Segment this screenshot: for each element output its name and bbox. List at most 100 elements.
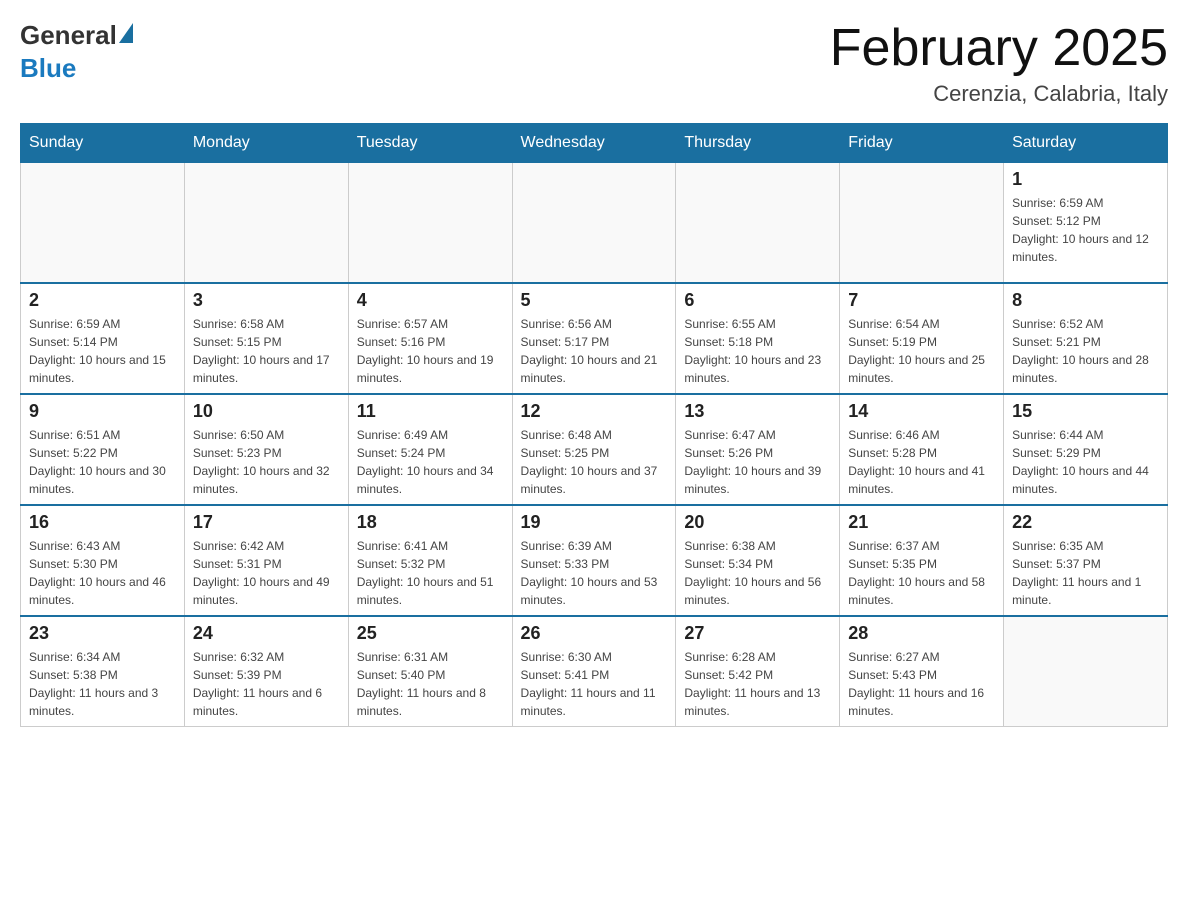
day-number: 9 [29,401,176,422]
day-number: 21 [848,512,995,533]
logo-area: General Blue [20,20,135,84]
day-number: 4 [357,290,504,311]
day-info: Sunrise: 6:50 AMSunset: 5:23 PMDaylight:… [193,426,340,498]
day-number: 1 [1012,169,1159,190]
calendar-week-row: 16 Sunrise: 6:43 AMSunset: 5:30 PMDayligh… [21,505,1168,616]
day-info: Sunrise: 6:31 AMSunset: 5:40 PMDaylight:… [357,648,504,720]
day-info: Sunrise: 6:30 AMSunset: 5:41 PMDaylight:… [521,648,668,720]
logo-blue-text: Blue [20,53,76,84]
calendar-cell: 23 Sunrise: 6:34 AMSunset: 5:38 PMDayligh… [21,616,185,727]
weekday-header-saturday: Saturday [1004,124,1168,163]
calendar-cell: 8 Sunrise: 6:52 AMSunset: 5:21 PMDaylight… [1004,283,1168,394]
weekday-header-wednesday: Wednesday [512,124,676,163]
logo-general-text: General [20,20,117,51]
day-number: 25 [357,623,504,644]
day-number: 12 [521,401,668,422]
day-number: 13 [684,401,831,422]
day-number: 26 [521,623,668,644]
calendar-cell: 25 Sunrise: 6:31 AMSunset: 5:40 PMDayligh… [348,616,512,727]
calendar-cell: 9 Sunrise: 6:51 AMSunset: 5:22 PMDaylight… [21,394,185,505]
day-info: Sunrise: 6:35 AMSunset: 5:37 PMDaylight:… [1012,537,1159,609]
calendar-cell: 14Sunrise: 6:46 AMSunset: 5:28 PMDayligh… [840,394,1004,505]
day-number: 3 [193,290,340,311]
title-area: February 2025 Cerenzia, Calabria, Italy [830,20,1168,107]
day-info: Sunrise: 6:59 AMSunset: 5:14 PMDaylight:… [29,315,176,387]
day-info: Sunrise: 6:34 AMSunset: 5:38 PMDaylight:… [29,648,176,720]
calendar-cell: 4 Sunrise: 6:57 AMSunset: 5:16 PMDaylight… [348,283,512,394]
day-info: Sunrise: 6:42 AMSunset: 5:31 PMDaylight:… [193,537,340,609]
day-number: 11 [357,401,504,422]
day-info: Sunrise: 6:59 AMSunset: 5:12 PMDaylight:… [1012,194,1159,266]
month-title: February 2025 [830,20,1168,77]
day-info: Sunrise: 6:41 AMSunset: 5:32 PMDaylight:… [357,537,504,609]
calendar-table: SundayMondayTuesdayWednesdayThursdayFrid… [20,123,1168,727]
day-number: 5 [521,290,668,311]
calendar-cell: 1 Sunrise: 6:59 AMSunset: 5:12 PMDaylight… [1004,163,1168,283]
calendar-cell: 24Sunrise: 6:32 AMSunset: 5:39 PMDayligh… [184,616,348,727]
weekday-header-monday: Monday [184,124,348,163]
day-info: Sunrise: 6:55 AMSunset: 5:18 PMDaylight:… [684,315,831,387]
logo: General [20,20,135,51]
calendar-week-row: 2 Sunrise: 6:59 AMSunset: 5:14 PMDaylight… [21,283,1168,394]
weekday-header-sunday: Sunday [21,124,185,163]
calendar-cell: 22Sunrise: 6:35 AMSunset: 5:37 PMDayligh… [1004,505,1168,616]
calendar-cell: 15 Sunrise: 6:44 AMSunset: 5:29 PMDayligh… [1004,394,1168,505]
day-number: 27 [684,623,831,644]
calendar-cell: 26 Sunrise: 6:30 AMSunset: 5:41 PMDayligh… [512,616,676,727]
day-info: Sunrise: 6:27 AMSunset: 5:43 PMDaylight:… [848,648,995,720]
day-number: 17 [193,512,340,533]
calendar-cell [676,163,840,283]
day-info: Sunrise: 6:32 AMSunset: 5:39 PMDaylight:… [193,648,340,720]
calendar-cell: 6 Sunrise: 6:55 AMSunset: 5:18 PMDaylight… [676,283,840,394]
calendar-cell: 20 Sunrise: 6:38 AMSunset: 5:34 PMDayligh… [676,505,840,616]
day-info: Sunrise: 6:56 AMSunset: 5:17 PMDaylight:… [521,315,668,387]
calendar-week-row: 1 Sunrise: 6:59 AMSunset: 5:12 PMDaylight… [21,163,1168,283]
day-number: 15 [1012,401,1159,422]
day-info: Sunrise: 6:43 AMSunset: 5:30 PMDaylight:… [29,537,176,609]
day-number: 6 [684,290,831,311]
calendar-cell: 12Sunrise: 6:48 AMSunset: 5:25 PMDayligh… [512,394,676,505]
day-number: 10 [193,401,340,422]
calendar-cell [348,163,512,283]
day-number: 2 [29,290,176,311]
location-subtitle: Cerenzia, Calabria, Italy [830,81,1168,107]
day-info: Sunrise: 6:49 AMSunset: 5:24 PMDaylight:… [357,426,504,498]
calendar-cell: 11 Sunrise: 6:49 AMSunset: 5:24 PMDayligh… [348,394,512,505]
calendar-cell: 18 Sunrise: 6:41 AMSunset: 5:32 PMDayligh… [348,505,512,616]
day-info: Sunrise: 6:39 AMSunset: 5:33 PMDaylight:… [521,537,668,609]
day-number: 20 [684,512,831,533]
weekday-header-thursday: Thursday [676,124,840,163]
day-number: 8 [1012,290,1159,311]
calendar-cell [512,163,676,283]
calendar-cell: 27 Sunrise: 6:28 AMSunset: 5:42 PMDayligh… [676,616,840,727]
day-number: 19 [521,512,668,533]
calendar-cell: 2 Sunrise: 6:59 AMSunset: 5:14 PMDaylight… [21,283,185,394]
calendar-cell: 28Sunrise: 6:27 AMSunset: 5:43 PMDayligh… [840,616,1004,727]
weekday-header-friday: Friday [840,124,1004,163]
day-info: Sunrise: 6:37 AMSunset: 5:35 PMDaylight:… [848,537,995,609]
calendar-cell: 5 Sunrise: 6:56 AMSunset: 5:17 PMDaylight… [512,283,676,394]
day-info: Sunrise: 6:57 AMSunset: 5:16 PMDaylight:… [357,315,504,387]
weekday-header-tuesday: Tuesday [348,124,512,163]
day-number: 7 [848,290,995,311]
day-info: Sunrise: 6:52 AMSunset: 5:21 PMDaylight:… [1012,315,1159,387]
day-info: Sunrise: 6:51 AMSunset: 5:22 PMDaylight:… [29,426,176,498]
calendar-cell: 7 Sunrise: 6:54 AMSunset: 5:19 PMDaylight… [840,283,1004,394]
logo-triangle-icon [119,23,133,43]
day-number: 14 [848,401,995,422]
calendar-cell: 19 Sunrise: 6:39 AMSunset: 5:33 PMDayligh… [512,505,676,616]
calendar-cell: 13Sunrise: 6:47 AMSunset: 5:26 PMDayligh… [676,394,840,505]
page-header: General Blue February 2025 Cerenzia, Cal… [20,20,1168,107]
day-info: Sunrise: 6:44 AMSunset: 5:29 PMDaylight:… [1012,426,1159,498]
day-number: 18 [357,512,504,533]
day-info: Sunrise: 6:38 AMSunset: 5:34 PMDaylight:… [684,537,831,609]
calendar-cell: 10 Sunrise: 6:50 AMSunset: 5:23 PMDayligh… [184,394,348,505]
day-info: Sunrise: 6:54 AMSunset: 5:19 PMDaylight:… [848,315,995,387]
day-number: 23 [29,623,176,644]
day-number: 16 [29,512,176,533]
calendar-cell: 16 Sunrise: 6:43 AMSunset: 5:30 PMDayligh… [21,505,185,616]
calendar-cell: 3Sunrise: 6:58 AMSunset: 5:15 PMDaylight… [184,283,348,394]
day-info: Sunrise: 6:28 AMSunset: 5:42 PMDaylight:… [684,648,831,720]
calendar-cell: 21 Sunrise: 6:37 AMSunset: 5:35 PMDayligh… [840,505,1004,616]
calendar-cell [21,163,185,283]
